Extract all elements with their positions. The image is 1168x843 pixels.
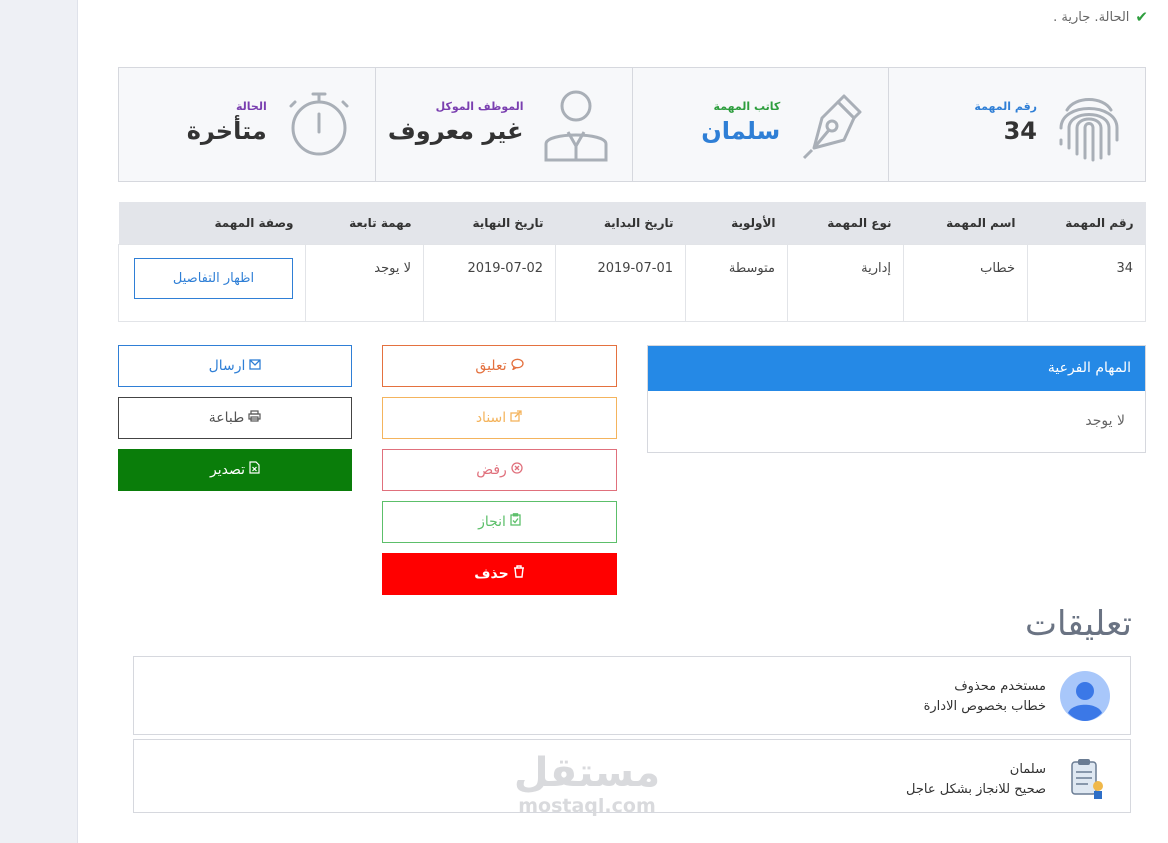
export-label: تصدير <box>209 462 245 478</box>
watermark-arabic: مستقل <box>513 750 661 796</box>
table-row: 34 خطاب إدارية متوسطة 2019-07-01 2019-07… <box>118 243 1146 322</box>
card-assigned-employee: الموظف الموكل غير معروف <box>374 68 632 181</box>
cell-task-description: اظهار التفاصيل <box>118 243 306 322</box>
envelope-icon <box>249 346 262 386</box>
header-priority: الأولوية <box>685 202 788 244</box>
show-details-button[interactable]: اظهار التفاصيل <box>134 257 293 299</box>
task-info-cards: رقم المهمة 34 كاتب المهمة سلمان الموظف ا… <box>118 67 1146 182</box>
card-value: غير معروف <box>387 117 524 145</box>
card-label: رقم المهمة <box>974 100 1037 113</box>
card-label: الموظف الموكل <box>435 100 524 113</box>
cell-task-type: إدارية <box>787 243 904 322</box>
send-button[interactable]: ارسال <box>118 345 352 387</box>
comment-text: صحيح للانجاز بشكل عاجل <box>906 782 1046 797</box>
user-icon <box>544 90 607 162</box>
task-table: رقم المهمة اسم المهمة نوع المهمة الأولوي… <box>118 202 1146 322</box>
complete-label: انجاز <box>478 514 506 530</box>
reject-button[interactable]: رفض <box>382 449 617 491</box>
assign-label: اسناد <box>475 410 507 426</box>
header-task-type: نوع المهمة <box>787 202 904 244</box>
cell-parent-task: لا يوجد <box>305 243 424 322</box>
cell-priority: متوسطة <box>685 243 788 322</box>
comment-author: مستخدم محذوف <box>954 679 1046 694</box>
print-button[interactable]: طباعة <box>118 397 352 439</box>
card-label: كاتب المهمة <box>713 100 781 113</box>
subtasks-empty-text: لا يوجد <box>1085 413 1125 429</box>
cell-task-number: 34 <box>1027 243 1146 322</box>
share-square-icon <box>510 398 523 438</box>
card-task-number: رقم المهمة 34 <box>888 68 1145 181</box>
printer-icon <box>248 398 261 438</box>
card-label: الحالة <box>235 100 267 113</box>
speech-bubble-icon <box>510 346 524 386</box>
table-header-row: رقم المهمة اسم المهمة نوع المهمة الأولوي… <box>118 202 1146 244</box>
card-value: 34 <box>1003 117 1037 145</box>
card-task-writer: كاتب المهمة سلمان <box>631 68 889 181</box>
clipboard-avatar-icon <box>1071 759 1103 799</box>
cell-task-name: خطاب <box>903 243 1028 322</box>
header-task-name: اسم المهمة <box>903 202 1028 244</box>
trash-icon <box>513 554 525 594</box>
cell-end-date: 2019-07-02 <box>423 243 556 322</box>
default-avatar-icon <box>1060 671 1110 721</box>
stopwatch-icon <box>289 92 349 156</box>
clipboard-check-icon <box>510 502 521 542</box>
complete-button[interactable]: انجاز <box>382 501 617 543</box>
times-circle-icon <box>511 450 523 490</box>
send-label: ارسال <box>208 358 246 374</box>
header-end-date: تاريخ النهاية <box>423 202 556 244</box>
print-label: طباعة <box>208 410 245 426</box>
subtasks-title: المهام الفرعية <box>648 346 1145 391</box>
header-task-description: وصفة المهمة <box>118 202 306 244</box>
watermark: مستقل mostaql.com <box>512 750 662 816</box>
fingerprint-icon <box>1059 98 1119 162</box>
comment-text: خطاب بخصوص الادارة <box>923 699 1046 714</box>
header-parent-task: مهمة تابعة <box>305 202 424 244</box>
check-icon: ✔ <box>1135 8 1148 26</box>
header-task-number: رقم المهمة <box>1027 202 1146 244</box>
pen-nib-icon <box>803 94 862 160</box>
watermark-latin: mostaql.com <box>518 795 656 817</box>
comment-label: تعليق <box>475 358 507 374</box>
excel-file-icon <box>249 450 260 490</box>
reject-label: رفض <box>476 462 507 478</box>
sidebar <box>0 0 78 843</box>
comments-title: تعليقات <box>1025 604 1132 644</box>
card-value: سلمان <box>701 117 781 145</box>
delete-button[interactable]: حذف <box>382 553 617 595</box>
assign-button[interactable]: اسناد <box>382 397 617 439</box>
comment-button[interactable]: تعليق <box>382 345 617 387</box>
comment-item: مستخدم محذوف خطاب بخصوص الادارة <box>133 656 1131 735</box>
delete-label: حذف <box>474 566 509 582</box>
status-line: ✔ الحالة. جارية . <box>1053 8 1148 26</box>
subtasks-panel: المهام الفرعية لا يوجد <box>647 345 1146 453</box>
cell-start-date: 2019-07-01 <box>555 243 686 322</box>
card-status: الحالة متأخرة <box>119 68 375 181</box>
comment-author: سلمان <box>1009 762 1046 777</box>
card-value: متأخرة <box>186 117 267 145</box>
header-start-date: تاريخ البداية <box>555 202 686 244</box>
export-button[interactable]: تصدير <box>118 449 352 491</box>
status-text: الحالة. جارية . <box>1053 9 1130 25</box>
